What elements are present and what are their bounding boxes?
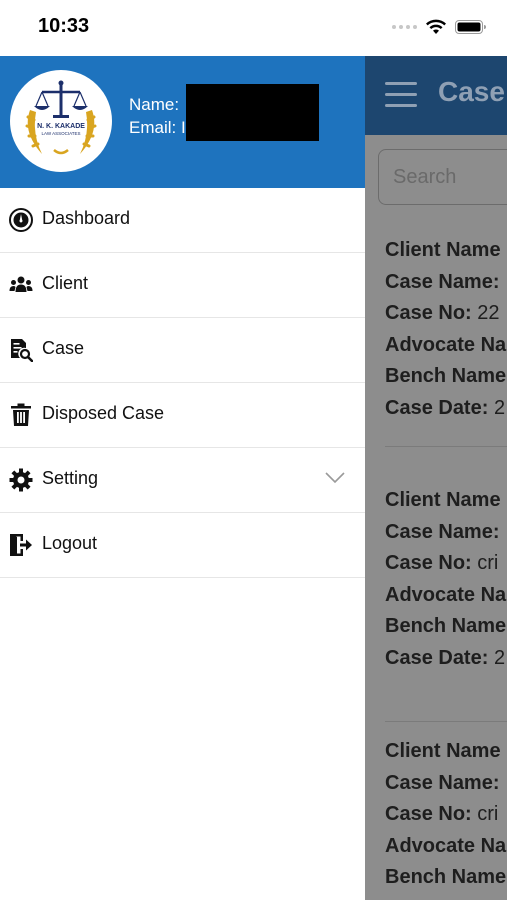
menu-item-setting[interactable]: Setting (0, 448, 365, 513)
drawer-header: N. K. KAKADE LAW ASSOCIATES Name: Email:… (0, 56, 365, 188)
client-name-label: Client Name (385, 489, 501, 511)
bench-label: Bench Name (385, 615, 507, 637)
case-date-value: 2 (488, 396, 506, 419)
advocate-label: Advocate Na (385, 583, 507, 606)
case-file-icon (11, 339, 33, 362)
case-date-label: Case Date: (385, 646, 489, 669)
client-name-label: Client Name (385, 239, 501, 261)
user-email-label: Email: I (129, 118, 186, 137)
case-no-value: cri (471, 803, 499, 825)
menu-item-dashboard[interactable]: Dashboard (0, 188, 365, 253)
drawer-menu: Dashboard Client Case Disposed Case Sett… (0, 188, 365, 578)
gear-icon (9, 468, 33, 492)
menu-item-case[interactable]: Case (0, 318, 365, 383)
card-divider (385, 446, 507, 447)
bench-label: Bench Name (385, 365, 507, 387)
case-card[interactable]: Client Name Case Name: Case No: cri Advo… (385, 736, 507, 894)
status-bar: 10:33 (0, 0, 507, 56)
app-header: Case (365, 56, 507, 135)
menu-label-case: Case (42, 338, 85, 358)
menu-label-setting: Setting (42, 468, 99, 488)
case-name-label: Case Name: (385, 520, 500, 543)
cellular-signal-icon (392, 25, 417, 29)
logo-firm-name: N. K. KAKADE (37, 123, 85, 130)
case-name-label: Case Name: (385, 270, 500, 293)
case-no-label: Case No: (385, 803, 472, 825)
case-name-label: Case Name: (385, 771, 500, 794)
case-card[interactable]: Client Name Case Name: Case No: 22 Advoc… (385, 235, 507, 424)
advocate-label: Advocate Na (385, 834, 507, 857)
search-placeholder: Search (393, 166, 457, 188)
case-no-label: Case No: (385, 302, 472, 324)
menu-label-disposed-case: Disposed Case (42, 403, 165, 423)
menu-label-logout: Logout (42, 533, 98, 553)
battery-icon (455, 20, 486, 34)
case-date-label: Case Date: (385, 396, 489, 419)
navigation-drawer: N. K. KAKADE LAW ASSOCIATES Name: Email:… (0, 56, 365, 900)
logout-icon (10, 534, 32, 556)
logo-firm-subtitle: LAW ASSOCIATES (41, 131, 80, 136)
menu-item-disposed-case[interactable]: Disposed Case (0, 383, 365, 448)
card-divider (385, 721, 507, 722)
wifi-icon (426, 19, 446, 34)
search-input[interactable]: Search (378, 149, 507, 205)
firm-logo: N. K. KAKADE LAW ASSOCIATES (10, 70, 112, 172)
page-title: Case (438, 76, 505, 107)
user-name-label: Name: (129, 95, 180, 114)
advocate-label: Advocate Na (385, 333, 507, 356)
case-list-screen[interactable]: Case Search Client Name Case Name: Case … (365, 56, 507, 900)
client-name-label: Client Name (385, 740, 501, 762)
case-no-label: Case No: (385, 552, 472, 574)
redacted-user-info (186, 84, 319, 141)
users-icon (9, 276, 33, 292)
case-card[interactable]: Client Name Case Name: Case No: cri Advo… (385, 485, 507, 674)
menu-item-logout[interactable]: Logout (0, 513, 365, 578)
hamburger-menu-icon[interactable] (385, 82, 417, 108)
dashboard-icon (9, 208, 33, 232)
case-no-value: cri (471, 552, 499, 574)
status-time: 10:33 (38, 15, 90, 37)
bench-label: Bench Name (385, 866, 507, 888)
chevron-down-icon[interactable] (325, 472, 345, 484)
trash-icon (11, 403, 31, 426)
menu-item-client[interactable]: Client (0, 253, 365, 318)
menu-label-client: Client (42, 273, 89, 293)
status-icons (392, 16, 487, 38)
case-date-value: 2 (488, 646, 506, 669)
menu-label-dashboard: Dashboard (42, 208, 131, 228)
case-no-value: 22 (471, 302, 500, 324)
